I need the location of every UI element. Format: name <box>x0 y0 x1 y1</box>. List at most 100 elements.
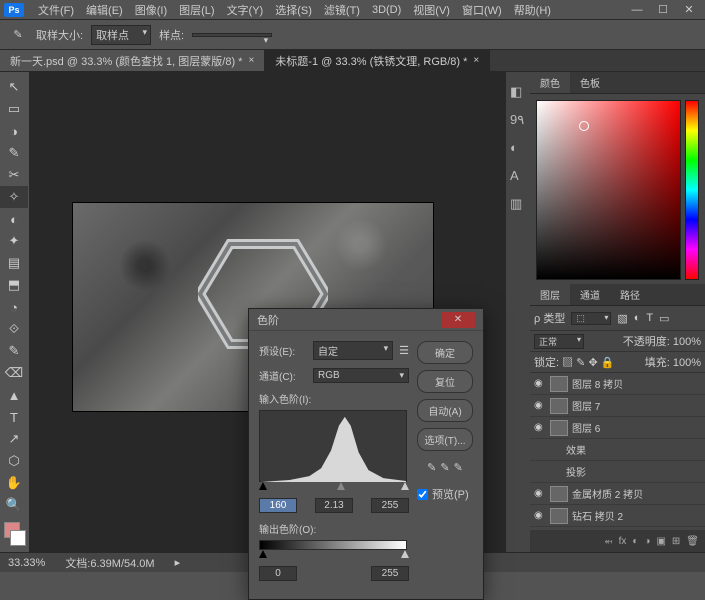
gray-eyedropper-icon[interactable]: ✎ <box>440 461 449 474</box>
midtone-slider[interactable] <box>337 482 345 490</box>
marquee-tool[interactable]: ▭ <box>0 98 28 120</box>
background-swatch[interactable] <box>10 530 26 546</box>
group-icon[interactable]: ▣ <box>656 536 665 547</box>
layer-row[interactable]: 效果 <box>530 439 705 461</box>
properties-icon[interactable]: 9٩ <box>510 112 526 128</box>
history-brush-tool[interactable]: ⬒ <box>0 274 28 296</box>
document-tab[interactable]: 未标题-1 @ 33.3% (铁锈文理, RGB/8) *× <box>265 50 490 71</box>
window-maximize[interactable]: ☐ <box>651 2 675 18</box>
link-layers-icon[interactable]: ⬶ <box>605 536 613 547</box>
new-layer-icon[interactable]: ⊞ <box>672 536 680 547</box>
preview-check-input[interactable] <box>417 489 428 500</box>
window-minimize[interactable]: — <box>625 2 649 18</box>
blur-tool[interactable]: ✎ <box>0 340 28 362</box>
wand-tool[interactable]: ✎ <box>0 142 28 164</box>
lasso-tool[interactable]: ◑ <box>0 120 28 142</box>
output-black-slider[interactable] <box>259 550 267 558</box>
reset-button[interactable]: 复位 <box>417 370 473 393</box>
menu-view[interactable]: 视图(V) <box>407 0 456 20</box>
sample-dropdown[interactable] <box>192 33 272 37</box>
stamp-tool[interactable]: ▤ <box>0 252 28 274</box>
input-gamma-field[interactable]: 2.13 <box>315 498 353 513</box>
paragraph-icon[interactable]: ▥ <box>510 196 526 212</box>
options-button[interactable]: 选项(T)... <box>417 428 473 451</box>
character-icon[interactable]: A <box>510 168 526 184</box>
dodge-tool[interactable]: ⌫ <box>0 362 28 384</box>
opacity-value[interactable]: 100% <box>673 336 701 348</box>
crop-tool[interactable]: ✂ <box>0 164 28 186</box>
output-black-field[interactable]: 0 <box>259 566 297 581</box>
layer-row[interactable]: ◉图层 8 拷贝 <box>530 373 705 395</box>
output-white-slider[interactable] <box>401 550 409 558</box>
layer-thumbnail[interactable] <box>550 398 568 414</box>
input-white-field[interactable]: 255 <box>371 498 409 513</box>
pen-tool[interactable]: ▲ <box>0 384 28 406</box>
tab-close[interactable]: × <box>473 55 479 66</box>
fill-value[interactable]: 100% <box>673 357 701 369</box>
zoom-tool[interactable]: 🔍 <box>0 494 28 516</box>
layer-thumbnail[interactable] <box>550 376 568 392</box>
menu-layer[interactable]: 图层(L) <box>173 0 220 20</box>
eyedropper-tool[interactable]: ✧ <box>0 186 28 208</box>
layer-row[interactable]: 投影 <box>530 461 705 483</box>
kind-dropdown[interactable]: ⬚ <box>571 312 611 325</box>
visibility-toggle[interactable]: ◉ <box>534 400 546 411</box>
auto-button[interactable]: 自动(A) <box>417 399 473 422</box>
adjustments-icon[interactable]: ◐ <box>510 140 526 156</box>
visibility-toggle[interactable]: ◉ <box>534 378 546 389</box>
type-tool[interactable]: T <box>0 406 28 428</box>
layer-thumbnail[interactable] <box>550 486 568 502</box>
layer-row[interactable]: ◉金属材质 2 拷贝 <box>530 483 705 505</box>
move-tool[interactable]: ↖ <box>0 76 28 98</box>
tab-paths[interactable]: 路径 <box>610 284 650 305</box>
current-tool-icon[interactable]: ✎ <box>8 25 28 45</box>
visibility-toggle[interactable]: ◉ <box>534 510 546 521</box>
menu-help[interactable]: 帮助(H) <box>508 0 557 20</box>
status-arrow-icon[interactable]: ▸ <box>175 556 181 569</box>
tab-layers[interactable]: 图层 <box>530 284 570 305</box>
document-tab[interactable]: 新一天.psd @ 33.3% (颜色查找 1, 图层蒙版/8) *× <box>0 50 265 71</box>
heal-tool[interactable]: ◐ <box>0 208 28 230</box>
adjustment-layer-icon[interactable]: ◑ <box>644 536 650 547</box>
visibility-toggle[interactable]: ◉ <box>534 422 546 433</box>
blend-mode-dropdown[interactable]: 正常 <box>534 334 584 349</box>
layer-row[interactable]: ◉图层 6 <box>530 417 705 439</box>
highlight-slider[interactable] <box>401 482 409 490</box>
layer-row[interactable]: ◉钻石 拷贝 2 <box>530 505 705 527</box>
ok-button[interactable]: 确定 <box>417 341 473 364</box>
window-close[interactable]: ✕ <box>677 2 701 18</box>
tab-close[interactable]: × <box>248 55 254 66</box>
preset-dropdown[interactable]: 自定 <box>313 341 393 360</box>
brush-tool[interactable]: ✦ <box>0 230 28 252</box>
menu-file[interactable]: 文件(F) <box>32 0 80 20</box>
tab-channels[interactable]: 通道 <box>570 284 610 305</box>
black-eyedropper-icon[interactable]: ✎ <box>427 461 436 474</box>
shadow-slider[interactable] <box>259 482 267 490</box>
menu-filter[interactable]: 滤镜(T) <box>318 0 366 20</box>
dialog-close-button[interactable]: ✕ <box>441 312 475 328</box>
tab-swatches[interactable]: 色板 <box>570 72 610 93</box>
delete-layer-icon[interactable]: 🗑 <box>686 536 699 547</box>
visibility-toggle[interactable]: ◉ <box>534 488 546 499</box>
sample-size-dropdown[interactable]: 取样点 <box>91 25 151 45</box>
shape-tool[interactable]: ⬡ <box>0 450 28 472</box>
filter-type-icon[interactable]: T <box>646 312 653 324</box>
channel-dropdown[interactable]: RGB <box>313 368 409 383</box>
output-white-field[interactable]: 255 <box>371 566 409 581</box>
layer-thumbnail[interactable] <box>550 420 568 436</box>
color-field[interactable] <box>536 100 681 280</box>
eraser-tool[interactable]: ◔ <box>0 296 28 318</box>
layer-row[interactable]: ◉图层 7 <box>530 395 705 417</box>
filter-pixel-icon[interactable]: ▧ <box>617 312 627 325</box>
input-black-field[interactable]: 160 <box>259 498 297 513</box>
menu-select[interactable]: 选择(S) <box>269 0 318 20</box>
preset-menu-icon[interactable]: ☰ <box>399 344 409 357</box>
layer-mask-icon[interactable]: ◐ <box>632 536 638 547</box>
layer-thumbnail[interactable] <box>550 508 568 524</box>
menu-type[interactable]: 文字(Y) <box>221 0 270 20</box>
zoom-level[interactable]: 33.33% <box>8 557 45 569</box>
menu-window[interactable]: 窗口(W) <box>456 0 508 20</box>
menu-image[interactable]: 图像(I) <box>129 0 173 20</box>
filter-shape-icon[interactable]: ▭ <box>659 312 669 325</box>
preview-checkbox[interactable]: 预览(P) <box>417 486 473 502</box>
